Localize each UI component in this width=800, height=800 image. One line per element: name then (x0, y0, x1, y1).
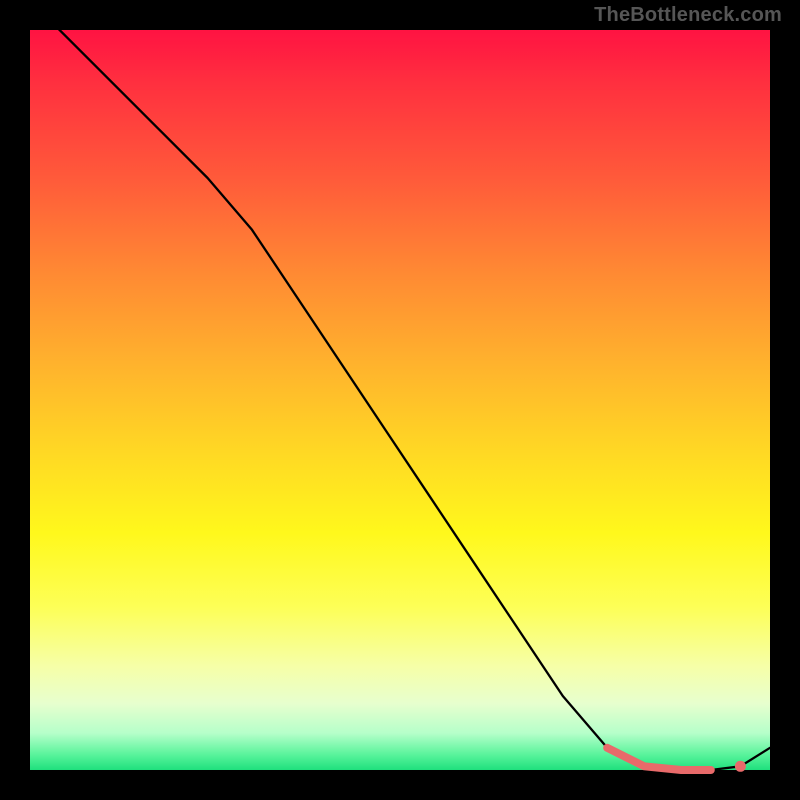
chart-svg (30, 30, 770, 770)
curve-line (30, 0, 770, 770)
trough-highlight (607, 748, 711, 770)
trough-end-dot (735, 761, 746, 772)
watermark-text: TheBottleneck.com (594, 4, 782, 27)
plot-area (30, 30, 770, 770)
chart-frame: TheBottleneck.com (0, 0, 800, 800)
